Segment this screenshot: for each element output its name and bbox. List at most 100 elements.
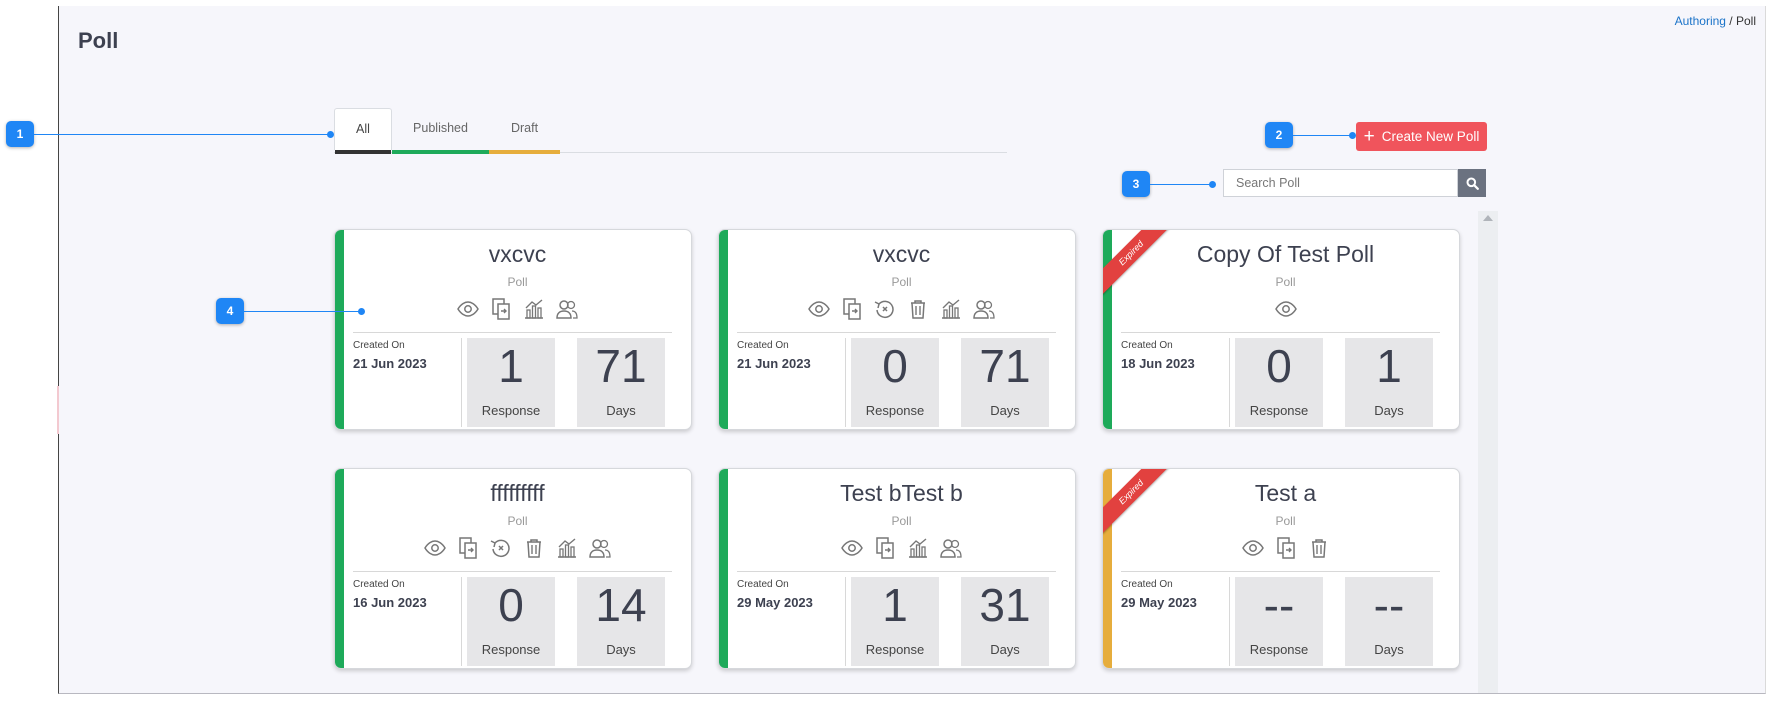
poll-type: Poll (507, 514, 528, 528)
days-stat: -- Days (1345, 577, 1433, 666)
callout-3-dot (1209, 181, 1216, 188)
trash-icon[interactable] (522, 535, 547, 560)
response-stat: 1 Response (851, 577, 939, 666)
response-label: Response (1249, 642, 1309, 657)
response-label: Response (865, 642, 925, 657)
tab-all[interactable]: All (334, 108, 392, 154)
cards-scrollbar[interactable] (1478, 211, 1498, 693)
create-new-poll-label: Create New Poll (1381, 129, 1480, 144)
users-icon[interactable] (555, 296, 580, 321)
create-new-poll-button[interactable]: + Create New Poll (1356, 122, 1487, 151)
poll-card[interactable]: vxcvc Poll Created On 21 Jun 2023 1 Response 7… (334, 229, 692, 430)
stats-separator (845, 338, 846, 427)
response-count: -- (1263, 579, 1295, 631)
poll-title[interactable]: Copy Of Test Poll (1112, 241, 1459, 268)
poll-title[interactable]: vxcvc (344, 241, 691, 268)
tab-draft-label: Draft (510, 121, 539, 135)
days-count: 31 (979, 579, 1031, 631)
breadcrumb-link-authoring[interactable]: Authoring (1675, 14, 1726, 28)
eye-icon[interactable] (456, 296, 481, 321)
response-count: 0 (498, 579, 524, 631)
tab-published-label: Published (413, 121, 468, 135)
users-icon[interactable] (972, 296, 997, 321)
poll-card[interactable]: Test bTest b Poll Created On 29 May 2023 1 Re… (718, 468, 1076, 669)
users-icon[interactable] (588, 535, 613, 560)
created-on-date: 29 May 2023 (737, 595, 813, 610)
edge-marker (57, 386, 59, 434)
analytics-icon[interactable] (939, 296, 964, 321)
poll-type: Poll (891, 514, 912, 528)
poll-actions (728, 296, 1075, 321)
response-count: 1 (498, 340, 524, 392)
poll-title[interactable]: fffffffff (344, 480, 691, 507)
analytics-icon[interactable] (906, 535, 931, 560)
response-label: Response (481, 403, 541, 418)
created-on-date: 21 Jun 2023 (737, 356, 811, 371)
response-label: Response (481, 642, 541, 657)
days-count: 14 (595, 579, 647, 631)
poll-title[interactable]: Test bTest b (728, 480, 1075, 507)
poll-card[interactable]: fffffffff Poll Created On 16 Jun 2023 0 Respo… (334, 468, 692, 669)
eye-icon[interactable] (1240, 535, 1265, 560)
eye-icon[interactable] (423, 535, 448, 560)
poll-actions (1112, 296, 1459, 321)
eye-icon[interactable] (807, 296, 832, 321)
callout-4-line (244, 311, 362, 312)
users-icon[interactable] (939, 535, 964, 560)
poll-title[interactable]: Test a (1112, 480, 1459, 507)
response-stat: 0 Response (1235, 338, 1323, 427)
days-label: Days (1374, 403, 1404, 418)
search-icon (1466, 177, 1479, 190)
response-stat: 0 Response (851, 338, 939, 427)
tab-published[interactable]: Published (392, 108, 489, 154)
scroll-up-arrow-icon[interactable] (1483, 215, 1493, 221)
response-stat: 0 Response (467, 577, 555, 666)
search-button[interactable] (1458, 169, 1486, 197)
breadcrumb-current: Poll (1735, 14, 1756, 28)
status-stripe (719, 230, 728, 429)
card-divider (1121, 571, 1440, 572)
plus-icon: + (1363, 126, 1375, 147)
analytics-icon[interactable] (522, 296, 547, 321)
poll-type: Poll (891, 275, 912, 289)
status-stripe (335, 230, 344, 429)
search-input[interactable] (1223, 169, 1458, 197)
card-divider (353, 571, 672, 572)
trash-icon[interactable] (906, 296, 931, 321)
poll-card[interactable]: Expired Test a Poll Created On 29 May 2023 --… (1102, 468, 1460, 669)
stats-separator (1229, 577, 1230, 666)
created-on-label: Created On (737, 340, 789, 351)
tab-published-indicator (392, 150, 489, 154)
card-divider (737, 332, 1056, 333)
eye-icon[interactable] (840, 535, 865, 560)
stats-separator (461, 577, 462, 666)
card-divider (737, 571, 1056, 572)
created-on-date: 29 May 2023 (1121, 595, 1197, 610)
eye-icon[interactable] (1273, 296, 1298, 321)
created-on-date: 16 Jun 2023 (353, 595, 427, 610)
copy-icon[interactable] (456, 535, 481, 560)
poll-card[interactable]: Expired Copy Of Test Poll Poll Created On 18… (1102, 229, 1460, 430)
copy-icon[interactable] (873, 535, 898, 560)
revert-icon[interactable] (873, 296, 898, 321)
copy-icon[interactable] (840, 296, 865, 321)
poll-actions (728, 535, 1075, 560)
callout-2-dot (1349, 132, 1356, 139)
response-count: 0 (882, 340, 908, 392)
analytics-icon[interactable] (555, 535, 580, 560)
created-on-label: Created On (353, 579, 405, 590)
revert-icon[interactable] (489, 535, 514, 560)
copy-icon[interactable] (489, 296, 514, 321)
days-label: Days (606, 642, 636, 657)
status-tabs: All Published Draft (334, 108, 1007, 154)
response-count: 1 (882, 579, 908, 631)
trash-icon[interactable] (1306, 535, 1331, 560)
poll-title[interactable]: vxcvc (728, 241, 1075, 268)
poll-card[interactable]: vxcvc Poll Created On 21 Jun 2023 0 Response 7… (718, 229, 1076, 430)
tab-draft[interactable]: Draft (489, 108, 560, 154)
days-stat: 14 Days (577, 577, 665, 666)
copy-icon[interactable] (1273, 535, 1298, 560)
created-on-label: Created On (353, 340, 405, 351)
callout-2: 2 (1265, 122, 1293, 148)
created-on-date: 21 Jun 2023 (353, 356, 427, 371)
